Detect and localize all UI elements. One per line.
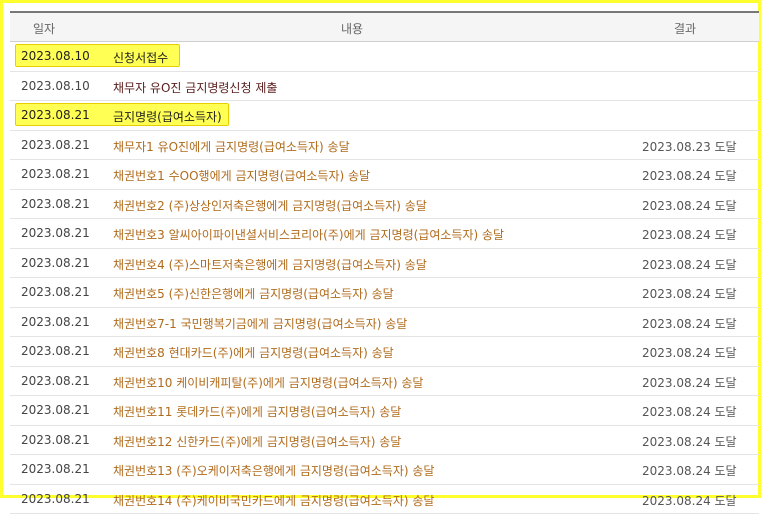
row-date: 2023.08.21 (21, 344, 90, 358)
row-content-link[interactable]: 채권번호11 롯데카드(주)에게 금지명령(급여소득자) 송달 (113, 403, 401, 420)
table-row: 2023.08.21 채권번호11 롯데카드(주)에게 금지명령(급여소득자) 송… (10, 396, 759, 426)
row-date: 2023.08.21 (21, 403, 90, 417)
row-date: 2023.08.21 (21, 285, 90, 299)
row-content-link[interactable]: 채권번호3 알씨아이파이낸셜서비스코리아(주)에게 금지명령(급여소득자) 송달 (113, 226, 504, 243)
row-result: 2023.08.24 도달 (642, 403, 737, 420)
row-content-link[interactable]: 신청서접수 (113, 49, 168, 66)
row-result: 2023.08.24 도달 (642, 374, 737, 391)
row-date: 2023.08.21 (21, 315, 90, 329)
table-row: 2023.08.21 채권번호8 현대카드(주)에게 금지명령(급여소득자) 송달… (10, 337, 759, 367)
table-row: 2023.08.21 채권번호3 알씨아이파이낸셜서비스코리아(주)에게 금지명령… (10, 219, 759, 249)
row-date: 2023.08.10 (21, 79, 90, 93)
case-history-frame: 일자 내용 결과 2023.08.10 신청서접수 2023.08.10 채무자 유O… (0, 0, 761, 498)
row-content-link[interactable]: 채권번호13 (주)오케이저축은행에게 금지명령(급여소득자) 송달 (113, 462, 434, 479)
table-body: 2023.08.10 신청서접수 2023.08.10 채무자 유O진 금지명령신청 … (10, 42, 759, 514)
row-date: 2023.08.21 (21, 374, 90, 388)
table-row: 2023.08.21 채권번호13 (주)오케이저축은행에게 금지명령(급여소득자… (10, 455, 759, 485)
table-row: 2023.08.21 금지명령(급여소득자) (10, 101, 759, 131)
row-date: 2023.08.21 (21, 256, 90, 270)
row-content-link[interactable]: 채권번호1 수OO행에게 금지명령(급여소득자) 송달 (113, 167, 370, 184)
table-header: 일자 내용 결과 (10, 11, 759, 42)
table-row: 2023.08.10 채무자 유O진 금지명령신청 제출 (10, 72, 759, 102)
header-result: 결과 (674, 20, 696, 37)
row-result: 2023.08.24 도달 (642, 285, 737, 302)
row-result: 2023.08.24 도달 (642, 315, 737, 332)
row-content-link[interactable]: 채권번호8 현대카드(주)에게 금지명령(급여소득자) 송달 (113, 344, 394, 361)
table-row: 2023.08.21 채권번호14 (주)케이비국민카드에게 금지명령(급여소득자… (10, 485, 759, 514)
row-content-link[interactable]: 채권번호10 케이비캐피탈(주)에게 금지명령(급여소득자) 송달 (113, 374, 423, 391)
header-content: 내용 (341, 20, 363, 37)
table-row: 2023.08.21 채권번호1 수OO행에게 금지명령(급여소득자) 송달 202… (10, 160, 759, 190)
row-content-link[interactable]: 채권번호7-1 국민행복기금에게 금지명령(급여소득자) 송달 (113, 315, 407, 332)
table-row: 2023.08.21 채권번호5 (주)신한은행에게 금지명령(급여소득자) 송달… (10, 278, 759, 308)
row-date: 2023.08.21 (21, 197, 90, 211)
table-row: 2023.08.21 채권번호4 (주)스마트저축은행에게 금지명령(급여소득자)… (10, 249, 759, 279)
row-date: 2023.08.21 (21, 462, 90, 476)
row-result: 2023.08.24 도달 (642, 167, 737, 184)
row-content-link[interactable]: 채권번호12 신한카드(주)에게 금지명령(급여소득자) 송달 (113, 433, 401, 450)
row-result: 2023.08.24 도달 (642, 226, 737, 243)
row-date: 2023.08.21 (21, 167, 90, 181)
row-result: 2023.08.24 도달 (642, 433, 737, 450)
row-content-link[interactable]: 채권번호5 (주)신한은행에게 금지명령(급여소득자) 송달 (113, 285, 394, 302)
case-history-table: 일자 내용 결과 2023.08.10 신청서접수 2023.08.10 채무자 유O… (10, 11, 759, 514)
row-result: 2023.08.24 도달 (642, 256, 737, 273)
row-content-link[interactable]: 채무자1 유O진에게 금지명령(급여소득자) 송달 (113, 138, 350, 155)
row-date: 2023.08.21 (21, 492, 90, 506)
row-result: 2023.08.24 도달 (642, 492, 737, 509)
header-date: 일자 (33, 20, 55, 37)
row-content-link[interactable]: 채권번호2 (주)상상인저축은행에게 금지명령(급여소득자) 송달 (113, 197, 427, 214)
row-content-link[interactable]: 채권번호14 (주)케이비국민카드에게 금지명령(급여소득자) 송달 (113, 492, 434, 509)
row-date: 2023.08.10 (21, 49, 90, 63)
row-result: 2023.08.23 도달 (642, 138, 737, 155)
table-row: 2023.08.21 채무자1 유O진에게 금지명령(급여소득자) 송달 2023.… (10, 131, 759, 161)
table-row: 2023.08.21 채권번호12 신한카드(주)에게 금지명령(급여소득자) 송… (10, 426, 759, 456)
row-content-link[interactable]: 금지명령(급여소득자) (113, 108, 222, 125)
row-date: 2023.08.21 (21, 138, 90, 152)
table-row: 2023.08.10 신청서접수 (10, 42, 759, 72)
row-date: 2023.08.21 (21, 433, 90, 447)
table-row: 2023.08.21 채권번호7-1 국민행복기금에게 금지명령(급여소득자) 송… (10, 308, 759, 338)
row-result: 2023.08.24 도달 (642, 197, 737, 214)
row-result: 2023.08.24 도달 (642, 462, 737, 479)
row-content-link[interactable]: 채권번호4 (주)스마트저축은행에게 금지명령(급여소득자) 송달 (113, 256, 427, 273)
row-date: 2023.08.21 (21, 226, 90, 240)
table-row: 2023.08.21 채권번호10 케이비캐피탈(주)에게 금지명령(급여소득자)… (10, 367, 759, 397)
row-content-link[interactable]: 채무자 유O진 금지명령신청 제출 (113, 79, 277, 96)
row-date: 2023.08.21 (21, 108, 90, 122)
row-result: 2023.08.24 도달 (642, 344, 737, 361)
table-row: 2023.08.21 채권번호2 (주)상상인저축은행에게 금지명령(급여소득자)… (10, 190, 759, 220)
